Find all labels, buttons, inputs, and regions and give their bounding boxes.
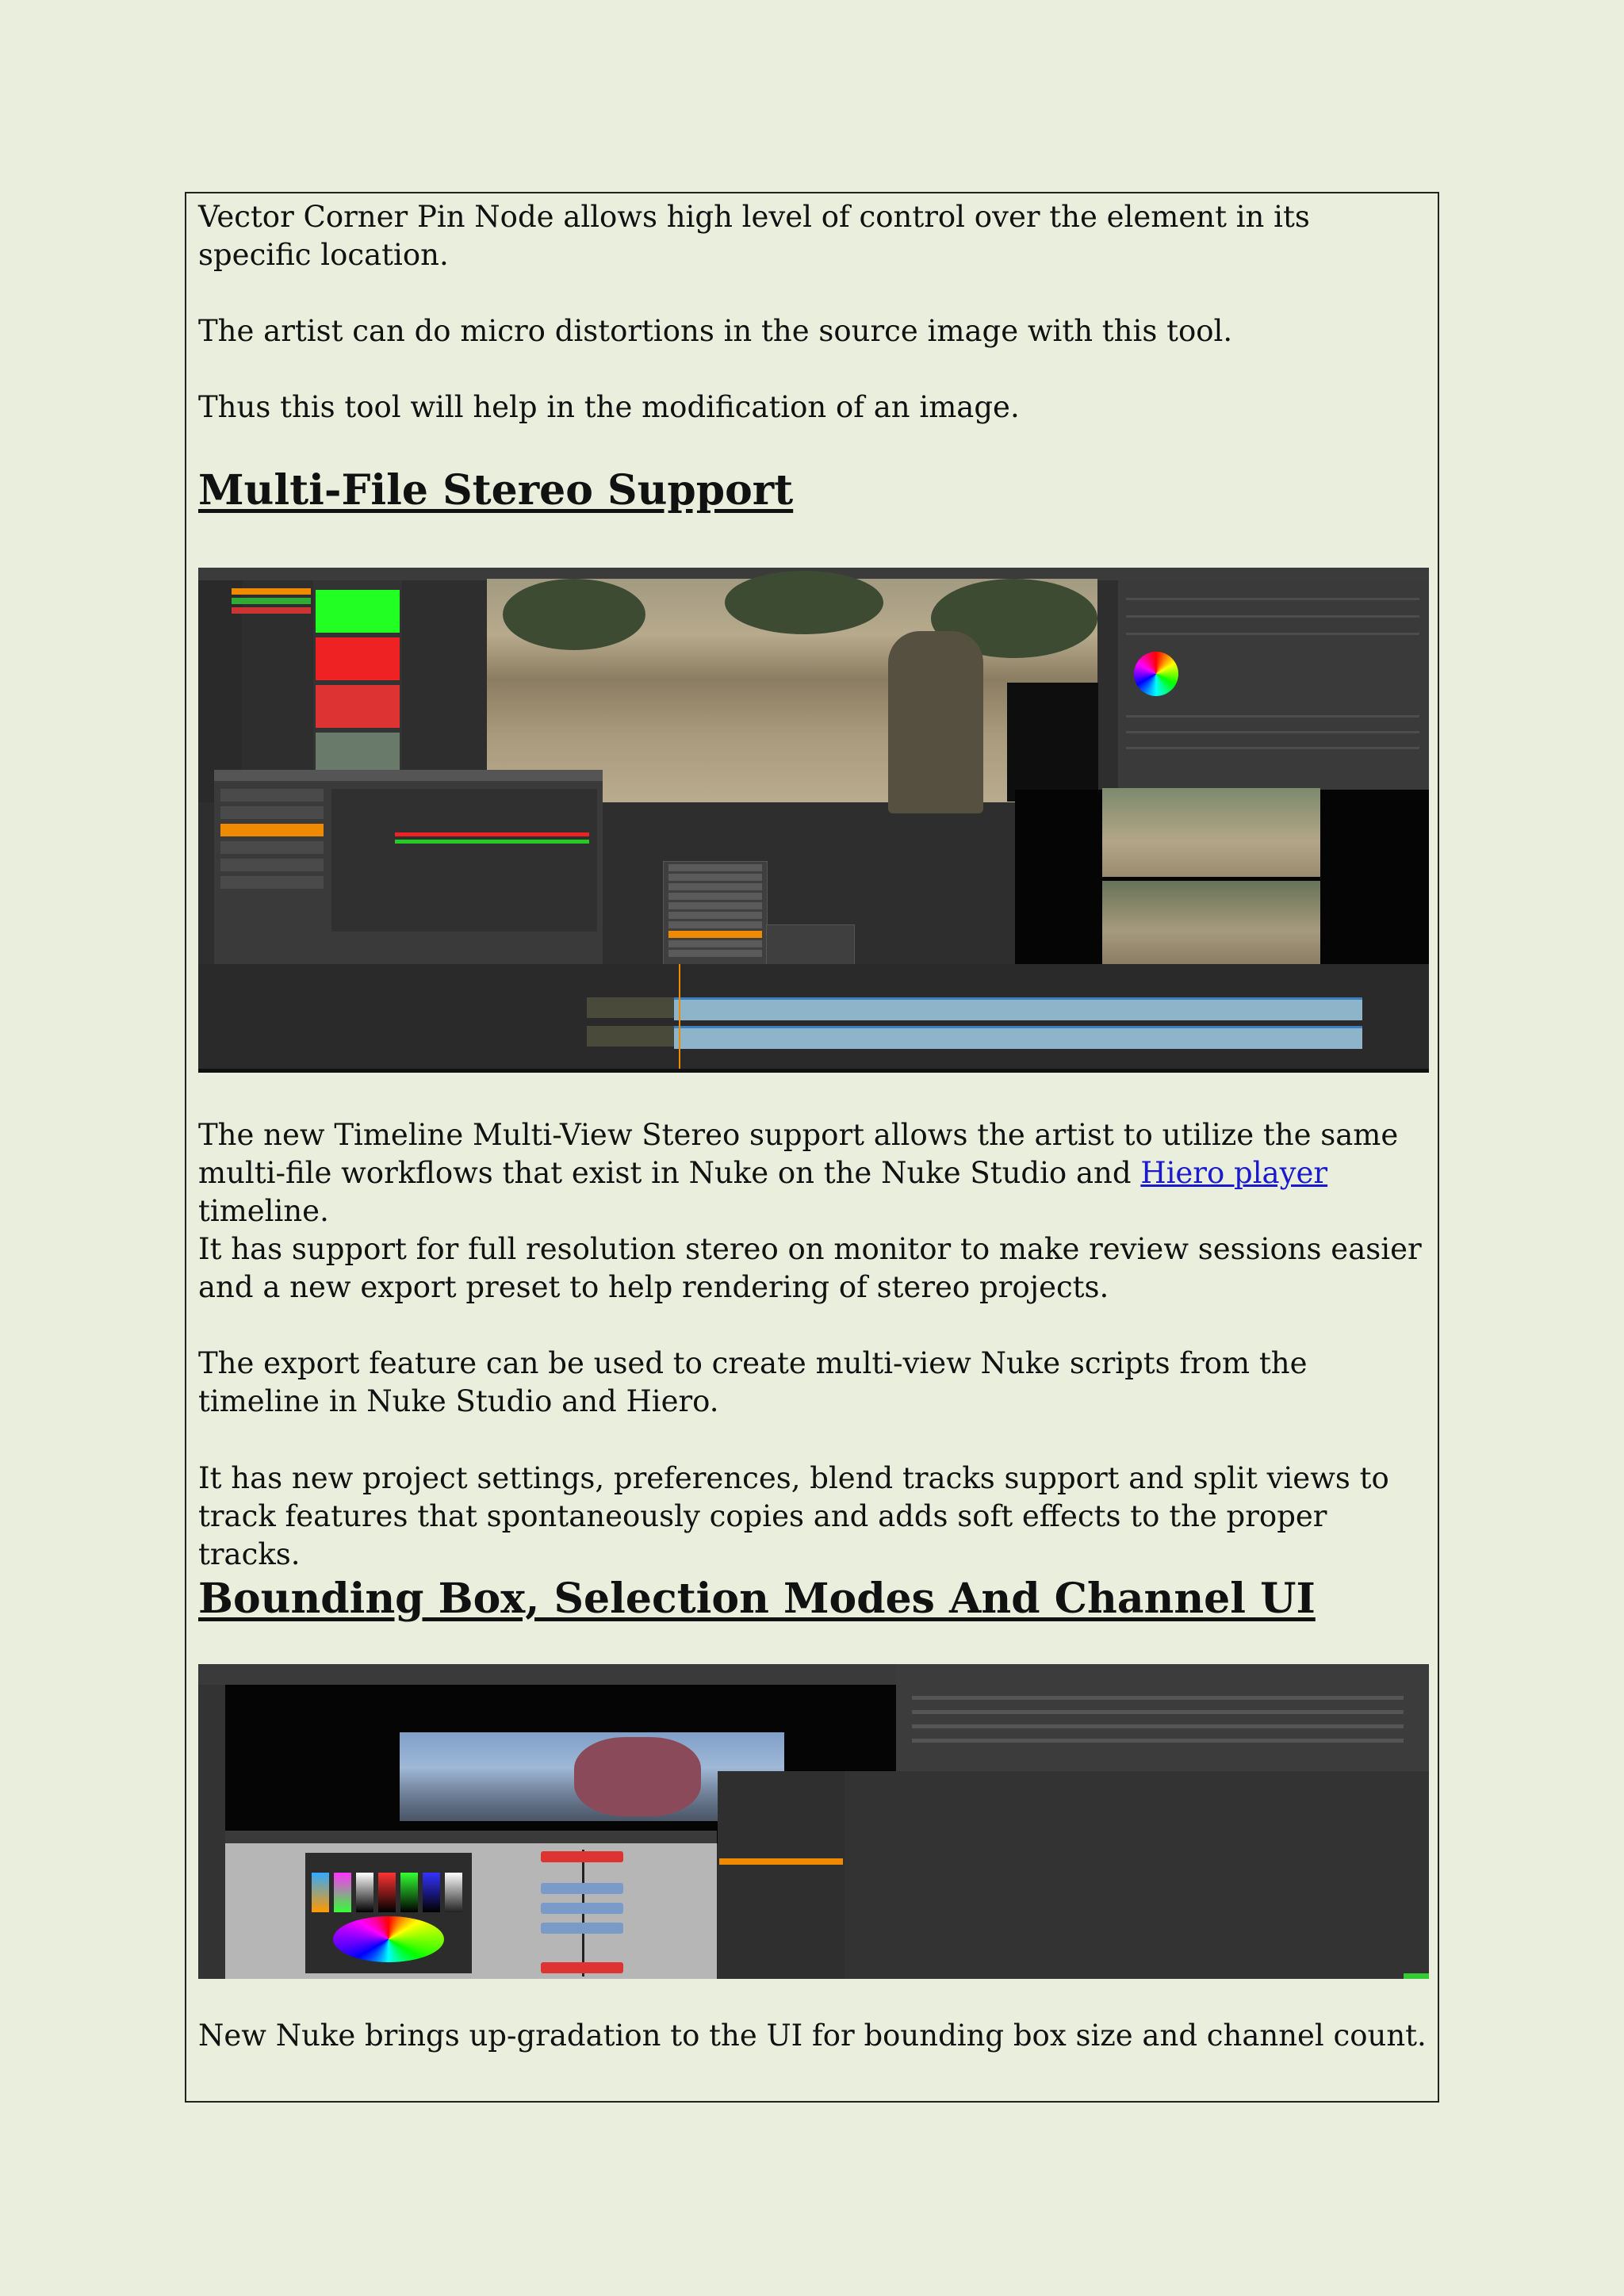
scene-trees (503, 579, 645, 650)
color-picker (305, 1853, 472, 1973)
menu-item-highlighted (668, 931, 762, 938)
menu-item (668, 893, 762, 900)
stereo-paragraph-4: It has new project settings, preferences… (198, 1461, 1389, 1571)
intro-paragraph-3: Thus this tool will help in the modifica… (198, 390, 1020, 424)
color-swatch (423, 1873, 440, 1912)
grade-row (1126, 615, 1419, 618)
scene-trees (725, 571, 883, 634)
clip-thumbnail (316, 733, 400, 775)
view-right-color (395, 840, 589, 844)
video-track-clip (674, 1026, 1362, 1049)
grade-row (1126, 731, 1419, 733)
stereo-paragraph-1: The new Timeline Multi-View Stereo suppo… (198, 1116, 1427, 1230)
color-swatch (312, 1873, 329, 1912)
preferences-categories (718, 1771, 845, 1979)
clip-thumbnails (313, 580, 402, 779)
timeline-playhead (679, 964, 680, 1069)
viewer-toolbar (198, 1664, 896, 1685)
graph-node (541, 1962, 623, 1973)
settings-categories (220, 789, 324, 971)
color-wheel-icon (1134, 652, 1178, 696)
video-track-clip (674, 997, 1362, 1020)
menu-item (668, 864, 762, 871)
grade-row (1126, 598, 1419, 600)
soldier-figure (888, 631, 983, 813)
preferences-panel (718, 1771, 1429, 1979)
property-row (912, 1696, 1404, 1700)
clip-thumbnail (316, 590, 400, 633)
grade-row (1126, 715, 1419, 718)
bin-row (232, 607, 311, 614)
viewer-overlay (1007, 683, 1098, 802)
graph-node (541, 1883, 623, 1894)
stereo-paragraph-1-tail: timeline. (198, 1194, 329, 1228)
color-wheel-icon (333, 1916, 444, 1962)
bin-row (232, 588, 311, 595)
views-pane (331, 789, 597, 932)
status-indicator (1404, 1973, 1429, 1979)
menu-item (668, 883, 762, 890)
viewer-frame (487, 571, 1097, 802)
heading-multi-file-stereo: Multi-File Stereo Support (198, 466, 794, 515)
node-graph-tabs (225, 1831, 717, 1843)
settings-category (220, 876, 324, 889)
hiero-player-link[interactable]: Hiero player (1140, 1156, 1327, 1190)
preferences-category-selected (719, 1858, 843, 1865)
menu-item (668, 940, 762, 947)
robot-figure (574, 1737, 701, 1816)
stereo-paragraph-2: It has support for full resolution stere… (198, 1232, 1422, 1304)
settings-category-selected (220, 824, 324, 836)
nuke-bounding-box-screenshot (198, 1664, 1429, 1979)
right-eye-view (1102, 881, 1320, 964)
clip-thumbnail (316, 685, 400, 728)
bbox-paragraph: New Nuke brings up-gradation to the UI f… (198, 2019, 1427, 2053)
color-swatch (356, 1873, 373, 1912)
graph-node (541, 1923, 623, 1934)
clip-thumbnail (316, 637, 400, 680)
color-swatch (400, 1873, 418, 1912)
menu-item (668, 921, 762, 928)
intro-paragraph-2: The artist can do micro distortions in t… (198, 314, 1233, 348)
stereo-paragraph-3: The export feature can be used to create… (198, 1346, 1308, 1418)
view-left-color (395, 832, 589, 836)
project-settings-dialog (214, 770, 603, 979)
property-row (912, 1724, 1404, 1728)
graph-node (541, 1851, 623, 1862)
menu-item (668, 902, 762, 909)
property-row (912, 1739, 1404, 1743)
project-bin (198, 580, 311, 802)
grade-row (1126, 633, 1419, 635)
color-swatch (445, 1873, 462, 1912)
content-frame: Vector Corner Pin Node allows high level… (185, 192, 1439, 2103)
track-header (587, 997, 674, 1018)
heading-bounding-box: Bounding Box, Selection Modes And Channe… (198, 1575, 1316, 1623)
timeline-tracks (198, 964, 1429, 1069)
color-swatch (334, 1873, 351, 1912)
track-header (587, 1026, 674, 1047)
nuke-studio-timeline-screenshot (198, 568, 1429, 1073)
settings-category (220, 841, 324, 854)
grade-properties-panel (1118, 580, 1429, 794)
intro-paragraph-1: Vector Corner Pin Node allows high level… (198, 200, 1310, 272)
grade-row (1126, 747, 1419, 749)
bin-row (232, 598, 311, 604)
graph-node (541, 1903, 623, 1914)
settings-category (220, 806, 324, 819)
menu-item (668, 950, 762, 957)
menu-item (668, 874, 762, 881)
settings-category (220, 789, 324, 802)
menu-item (668, 912, 762, 919)
left-eye-view (1102, 788, 1320, 877)
settings-category (220, 859, 324, 871)
node-toolbar (198, 1685, 225, 1979)
property-row (912, 1710, 1404, 1714)
color-swatch (378, 1873, 396, 1912)
